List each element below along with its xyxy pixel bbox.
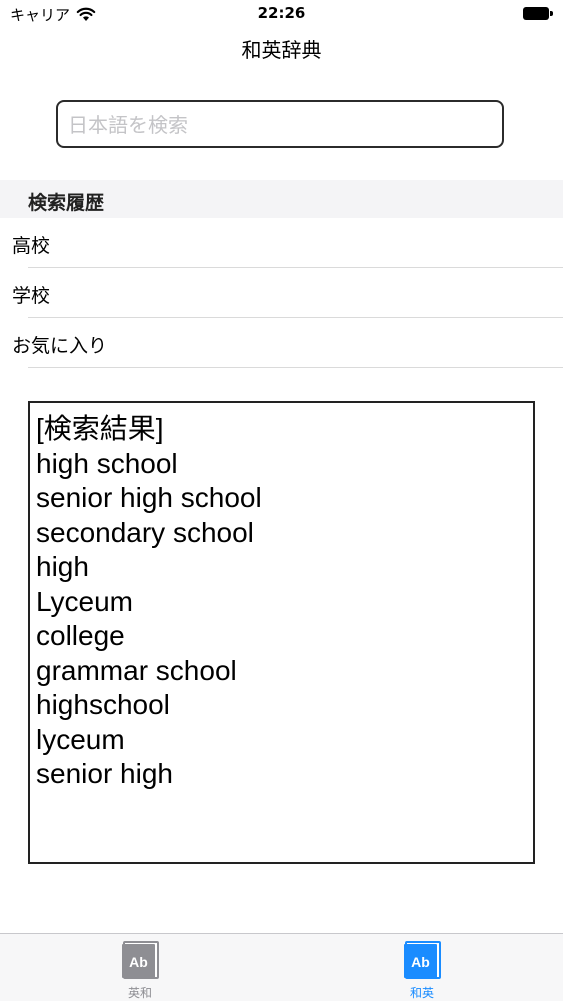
result-line: highschool (36, 689, 170, 720)
search-input[interactable] (68, 108, 488, 142)
history-item[interactable]: 学校 (0, 268, 563, 318)
tab-eiwa[interactable]: Ab 英和 (90, 934, 190, 1001)
result-line: high (36, 551, 89, 582)
result-line: college (36, 620, 125, 651)
search-history-header: 検索履歴 (0, 180, 563, 218)
result-line: grammar school (36, 654, 237, 686)
history-item[interactable]: 高校 (0, 218, 563, 268)
result-line: senior high school (36, 482, 262, 513)
status-time: 22:26 (257, 4, 306, 22)
page-title: 和英辞典 (241, 38, 322, 62)
result-line: secondary school (36, 516, 254, 548)
tab-label: 英和 (127, 986, 152, 1000)
dictionary-book-icon: Ab (404, 941, 441, 979)
battery-icon (523, 7, 553, 20)
history-item-favorites[interactable]: お気に入り (0, 318, 563, 368)
tab-label: 和英 (409, 986, 434, 1000)
history-item-label: お気に入り (12, 335, 108, 357)
row-divider (28, 367, 563, 368)
dictionary-book-icon: Ab (122, 941, 159, 979)
svg-text:Ab: Ab (411, 954, 430, 970)
result-line: lyceum (36, 723, 125, 755)
result-line: high school (36, 447, 178, 479)
result-line: senior high (36, 758, 173, 789)
result-line: Lyceum (36, 585, 134, 617)
status-bar: キャリア 22:26 (0, 0, 563, 28)
search-history-list: 高校 学校 お気に入り (0, 218, 563, 368)
tab-waei[interactable]: Ab 和英 (372, 934, 472, 1001)
search-results-textview[interactable]: [検索結果] high school senior high school se… (28, 401, 535, 864)
results-heading: [検索結果] (36, 413, 164, 444)
history-item-label: 学校 (12, 285, 51, 307)
search-history-title: 検索履歴 (28, 192, 105, 214)
search-box[interactable] (56, 100, 504, 148)
history-item-label: 高校 (12, 235, 51, 257)
svg-text:Ab: Ab (129, 954, 148, 970)
tab-bar: Ab 英和 Ab 和英 (0, 933, 563, 1001)
